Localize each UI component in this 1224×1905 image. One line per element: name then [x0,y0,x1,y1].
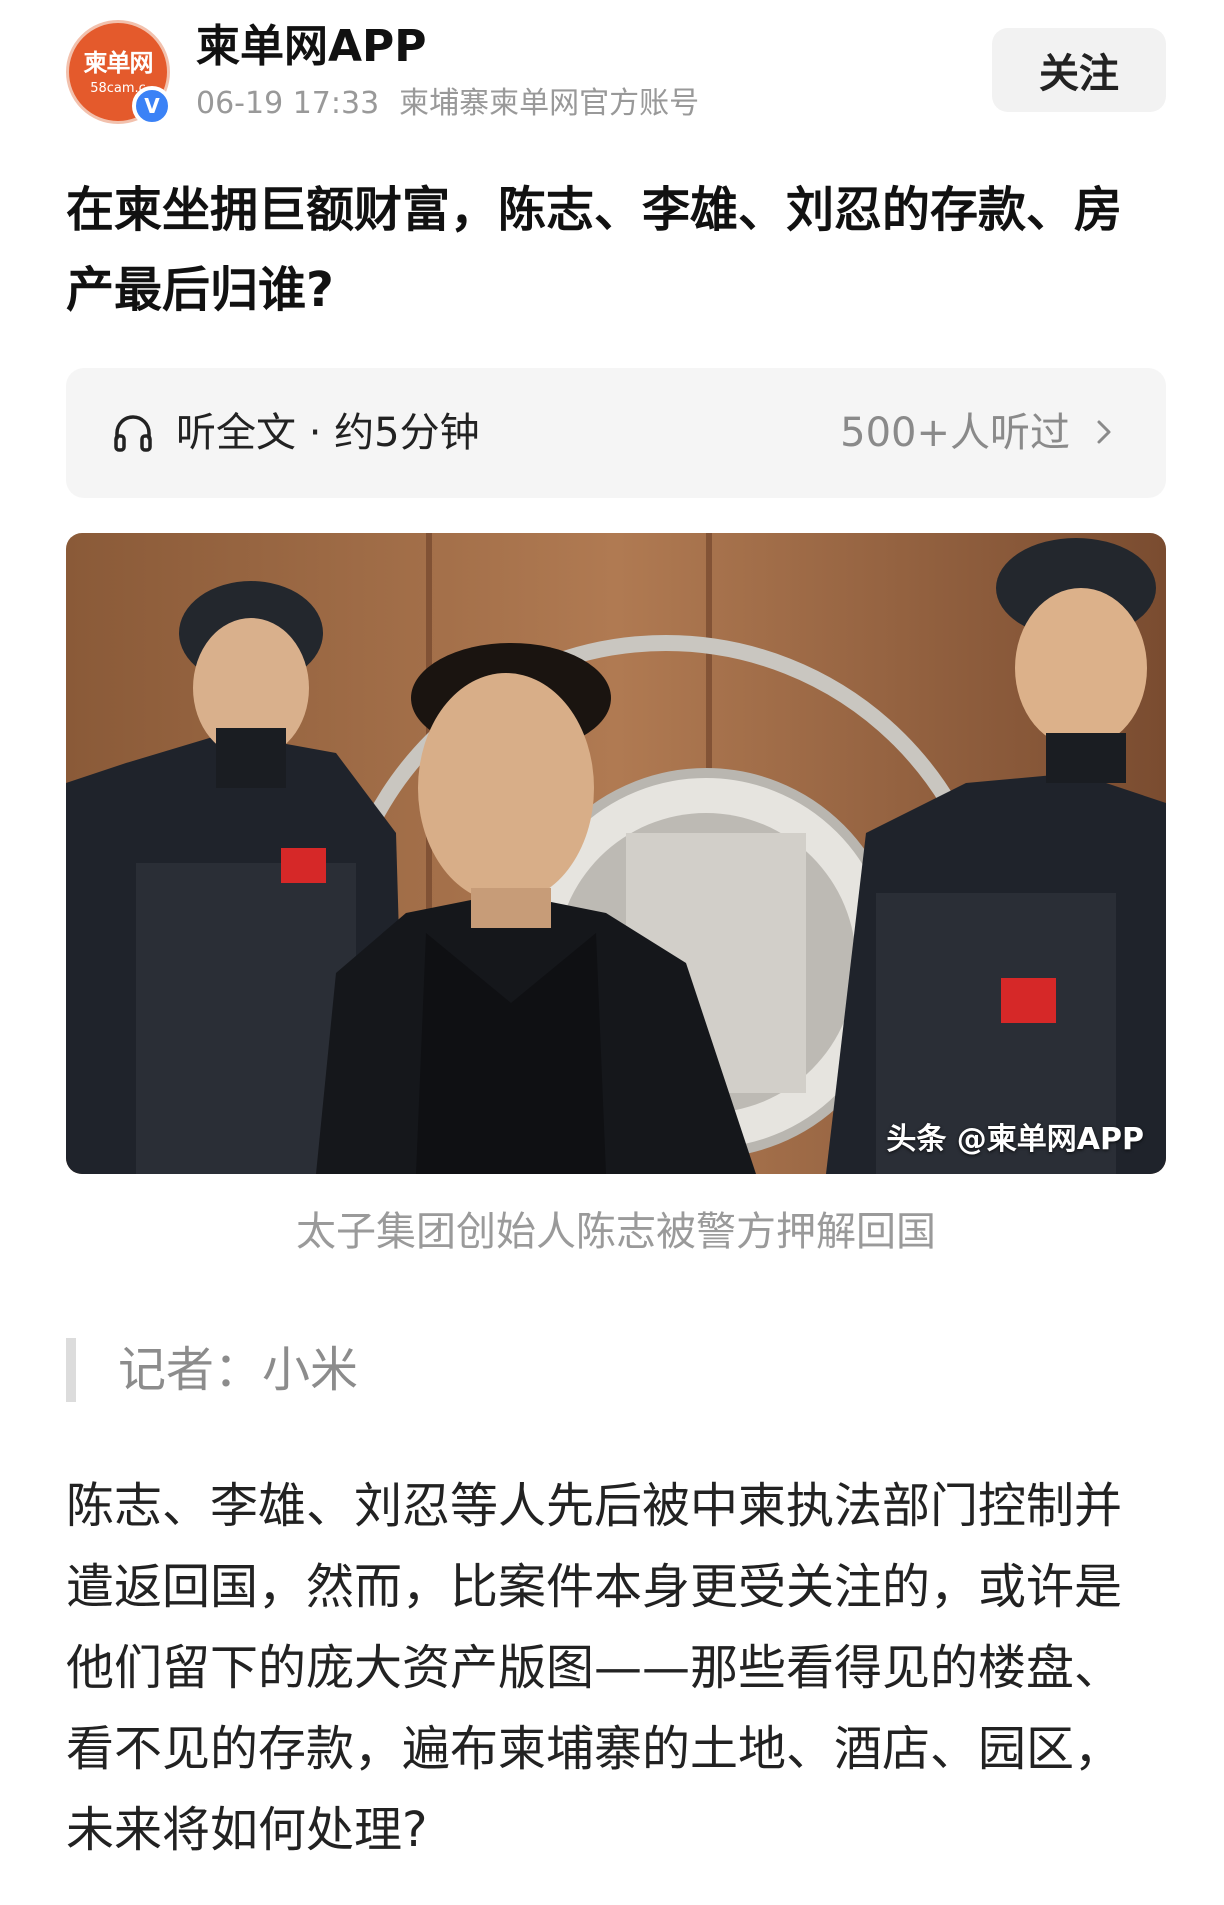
article-body-paragraph: 陈志、李雄、刘忍等人先后被中柬执法部门控制并遣返回国，然而，比案件本身更受关注的… [66,1478,1123,1858]
article-header: 柬单网 58cam.c V 柬单网APP 06-19 17:33 柬埔寨柬单网官方… [66,20,1166,130]
reporter-line: 记者：小米 [66,1338,1166,1402]
headphones-icon [114,415,152,452]
listen-count: 500+人听过 [840,410,1070,456]
avatar-logo-text: 柬单网 [83,49,154,77]
account-description: 柬埔寨柬单网官方账号 [399,86,700,121]
photo-illustration [66,533,1166,1174]
photo-caption: 太子集团创始人陈志被警方押解回国 [296,1209,936,1255]
article-title: 在柬坐拥巨额财富，陈志、李雄、刘忍的存款、房产最后归谁? [66,182,1123,318]
post-timestamp: 06-19 17:33 [196,86,380,121]
reporter-quote-bar [66,1338,76,1402]
listen-full-text-bar[interactable]: 听全文 · 约5分钟 500+人听过 [66,368,1166,498]
article-photo[interactable]: 头条 @柬单网APP [66,533,1166,1174]
chevron-right-icon [1097,420,1111,444]
photo-watermark: 头条 @柬单网APP [886,1122,1144,1157]
reporter-label: 记者：小米 [118,1342,359,1398]
account-name[interactable]: 柬单网APP [196,20,427,74]
post-meta: 06-19 17:33 柬埔寨柬单网官方账号 [196,84,699,124]
follow-button[interactable]: 关注 [992,28,1166,112]
verified-badge-icon: V [132,86,172,126]
listen-label: 听全文 · 约5分钟 [176,410,480,456]
